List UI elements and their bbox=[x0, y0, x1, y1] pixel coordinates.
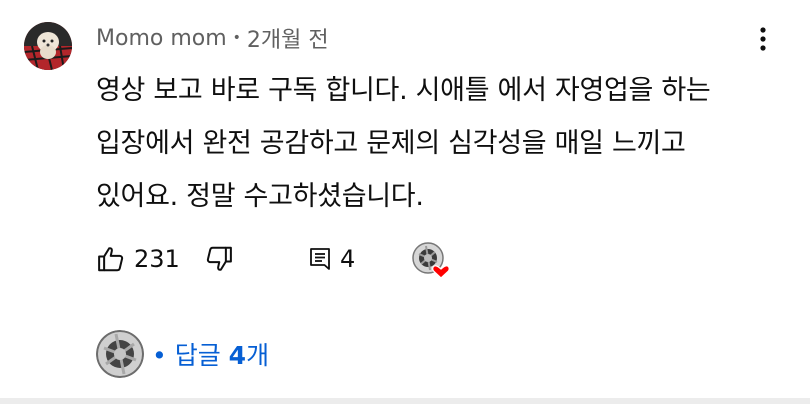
like-button[interactable]: 231 bbox=[96, 237, 180, 281]
section-divider bbox=[0, 398, 810, 404]
replies-count: 4 bbox=[228, 341, 247, 370]
comment-actions: 231 4 bbox=[96, 237, 496, 281]
creator-heart bbox=[412, 242, 450, 280]
comment-avatar[interactable] bbox=[24, 22, 72, 70]
replies-label-suffix: 개 bbox=[246, 341, 270, 370]
comment-menu-button[interactable] bbox=[748, 22, 778, 56]
reply-count: 4 bbox=[340, 245, 356, 273]
replies-prefix: • bbox=[152, 341, 167, 370]
replies-label: 답글 bbox=[174, 341, 229, 370]
creator-heart-icon bbox=[412, 242, 450, 279]
view-replies-button[interactable]: • 답글 4개 bbox=[96, 330, 269, 378]
reply-button[interactable]: 4 bbox=[308, 237, 355, 281]
comment-text: 영상 보고 바로 구독 합니다. 시애틀 에서 자영업을 하는 입장에서 완전 … bbox=[96, 75, 711, 212]
comment-author[interactable]: Momo mom bbox=[96, 26, 227, 51]
header-separator: • bbox=[232, 30, 241, 46]
thumb-up-icon bbox=[98, 247, 124, 272]
comment-header: Momo mom • 2개월 전 bbox=[96, 22, 329, 54]
thumb-down-icon bbox=[206, 246, 232, 271]
more-vert-icon bbox=[760, 27, 766, 51]
comment-time[interactable]: 2개월 전 bbox=[247, 22, 329, 54]
like-count: 231 bbox=[134, 245, 180, 273]
reply-author-avatar bbox=[96, 330, 144, 378]
dislike-button[interactable] bbox=[204, 237, 234, 281]
comment-reply-icon bbox=[310, 248, 330, 270]
replies-link-text: • 답글 4개 bbox=[152, 336, 269, 372]
